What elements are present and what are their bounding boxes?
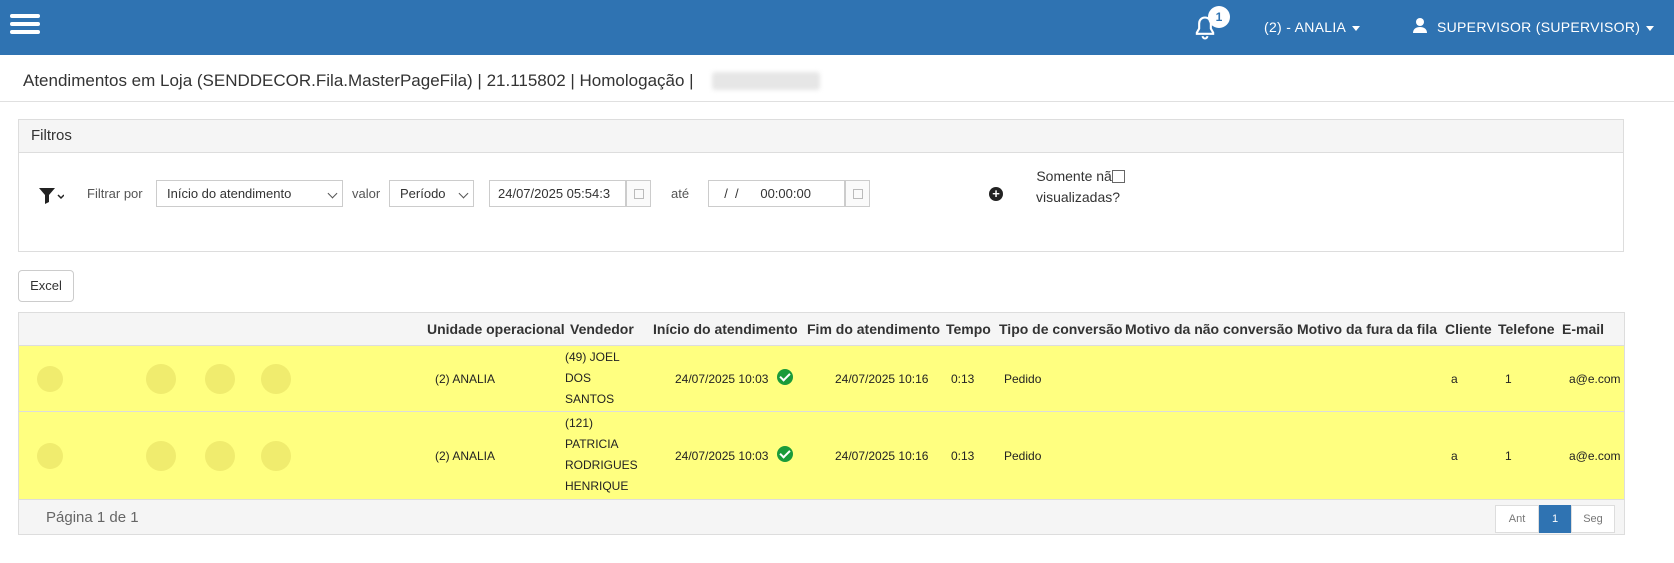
filter-by-label: Filtrar por <box>87 186 143 201</box>
column-header[interactable]: Fim do atendimento <box>807 321 940 337</box>
cell-email: a@e.com <box>1569 372 1621 386</box>
column-header[interactable]: Motivo da não conversão <box>1125 321 1293 337</box>
value-label: valor <box>352 186 381 201</box>
until-label: até <box>671 186 690 201</box>
notification-badge: 1 <box>1208 6 1230 28</box>
caret-down-icon <box>1352 25 1361 31</box>
unit-menu-dropdown[interactable]: (2) - ANALIA <box>1264 19 1361 35</box>
filter-funnel-icon[interactable] <box>38 186 64 206</box>
column-header[interactable]: Motivo da fura da fila <box>1297 321 1437 337</box>
table-header: Unidade operacional Vendedor Início do a… <box>19 313 1624 345</box>
column-header[interactable]: Telefone <box>1498 321 1555 337</box>
prev-page-button[interactable]: Ant <box>1495 505 1539 533</box>
list-icon[interactable] <box>146 364 176 394</box>
cell-inicio: 24/07/2025 10:03 <box>675 372 769 386</box>
add-filter-icon[interactable]: + <box>989 187 1003 201</box>
excel-export-button[interactable]: Excel <box>18 270 74 302</box>
view-details-icon[interactable] <box>37 443 63 469</box>
filter-by-select[interactable]: Início do atendimento <box>156 180 343 207</box>
cell-tipo: Pedido <box>1004 372 1042 386</box>
user-icon <box>1413 18 1427 33</box>
cell-email: a@e.com <box>1569 449 1621 463</box>
only-unviewed-label: Somente não visualizadas? <box>1035 168 1121 205</box>
column-header[interactable]: Unidade operacional <box>427 321 565 337</box>
divider <box>0 101 1674 102</box>
column-header[interactable]: Cliente <box>1445 321 1492 337</box>
only-unviewed-checkbox[interactable] <box>1112 170 1125 183</box>
top-navbar: 1 (2) - ANALIA SUPERVISOR (SUPERVISOR) <box>0 0 1674 55</box>
page-1-button[interactable]: 1 <box>1539 505 1571 533</box>
page-title: Atendimentos em Loja (SENDDECOR.Fila.Mas… <box>23 71 694 90</box>
cell-cliente: a <box>1451 449 1458 463</box>
date-from-input[interactable]: 24/07/2025 05:54:3 <box>489 180 626 207</box>
cell-tipo: Pedido <box>1004 449 1042 463</box>
comment-icon[interactable] <box>205 441 235 471</box>
comment-icon[interactable] <box>205 364 235 394</box>
column-header[interactable]: Início do atendimento <box>653 321 798 337</box>
cell-fim: 24/07/2025 10:16 <box>835 449 929 463</box>
check-circle-icon <box>777 369 793 385</box>
clock-icon[interactable] <box>261 364 291 394</box>
results-table: Unidade operacional Vendedor Início do a… <box>18 312 1625 535</box>
column-header[interactable]: Vendedor <box>570 321 634 337</box>
pagination-bar: Página 1 de 1 Ant 1 Seg <box>19 499 1624 534</box>
cell-inicio: 24/07/2025 10:03 <box>675 449 769 463</box>
next-page-button[interactable]: Seg <box>1571 505 1615 533</box>
table-row[interactable]: (2) ANALIA (49) JOEL DOS SANTOS FREITAS … <box>19 345 1624 427</box>
cell-unidade: (2) ANALIA <box>435 372 496 386</box>
calendar-icon[interactable] <box>626 180 651 207</box>
view-details-icon[interactable] <box>37 366 63 392</box>
chevron-down-icon <box>458 188 469 199</box>
date-to-input[interactable]: / / 00:00:00 <box>708 180 845 207</box>
clock-icon[interactable] <box>261 441 291 471</box>
cell-telefone: 1 <box>1505 372 1512 386</box>
redacted-text <box>712 72 820 90</box>
table-row[interactable]: (2) ANALIA (121) PATRICIA RODRIGUES HENR… <box>19 411 1624 499</box>
calendar-icon[interactable] <box>845 180 870 207</box>
value-select[interactable]: Período <box>389 180 474 207</box>
user-menu-dropdown[interactable]: SUPERVISOR (SUPERVISOR) <box>1437 19 1655 35</box>
column-header[interactable]: Tempo <box>946 321 991 337</box>
cell-tempo: 0:13 <box>951 372 975 386</box>
page-info: Página 1 de 1 <box>46 509 139 526</box>
check-circle-icon <box>777 446 793 462</box>
cell-unidade: (2) ANALIA <box>435 449 496 463</box>
filters-panel-title: Filtros <box>19 120 1623 153</box>
cell-vendedor: (121) PATRICIA RODRIGUES HENRIQUE <box>565 416 638 493</box>
cell-tempo: 0:13 <box>951 449 975 463</box>
cell-telefone: 1 <box>1505 449 1512 463</box>
cell-cliente: a <box>1451 372 1458 386</box>
list-icon[interactable] <box>146 441 176 471</box>
chevron-down-icon <box>327 188 338 199</box>
cell-fim: 24/07/2025 10:16 <box>835 372 929 386</box>
menu-hamburger-icon[interactable] <box>10 14 40 34</box>
column-header[interactable]: E-mail <box>1562 321 1604 337</box>
column-header[interactable]: Tipo de conversão <box>999 321 1122 337</box>
caret-down-icon <box>1646 25 1655 31</box>
